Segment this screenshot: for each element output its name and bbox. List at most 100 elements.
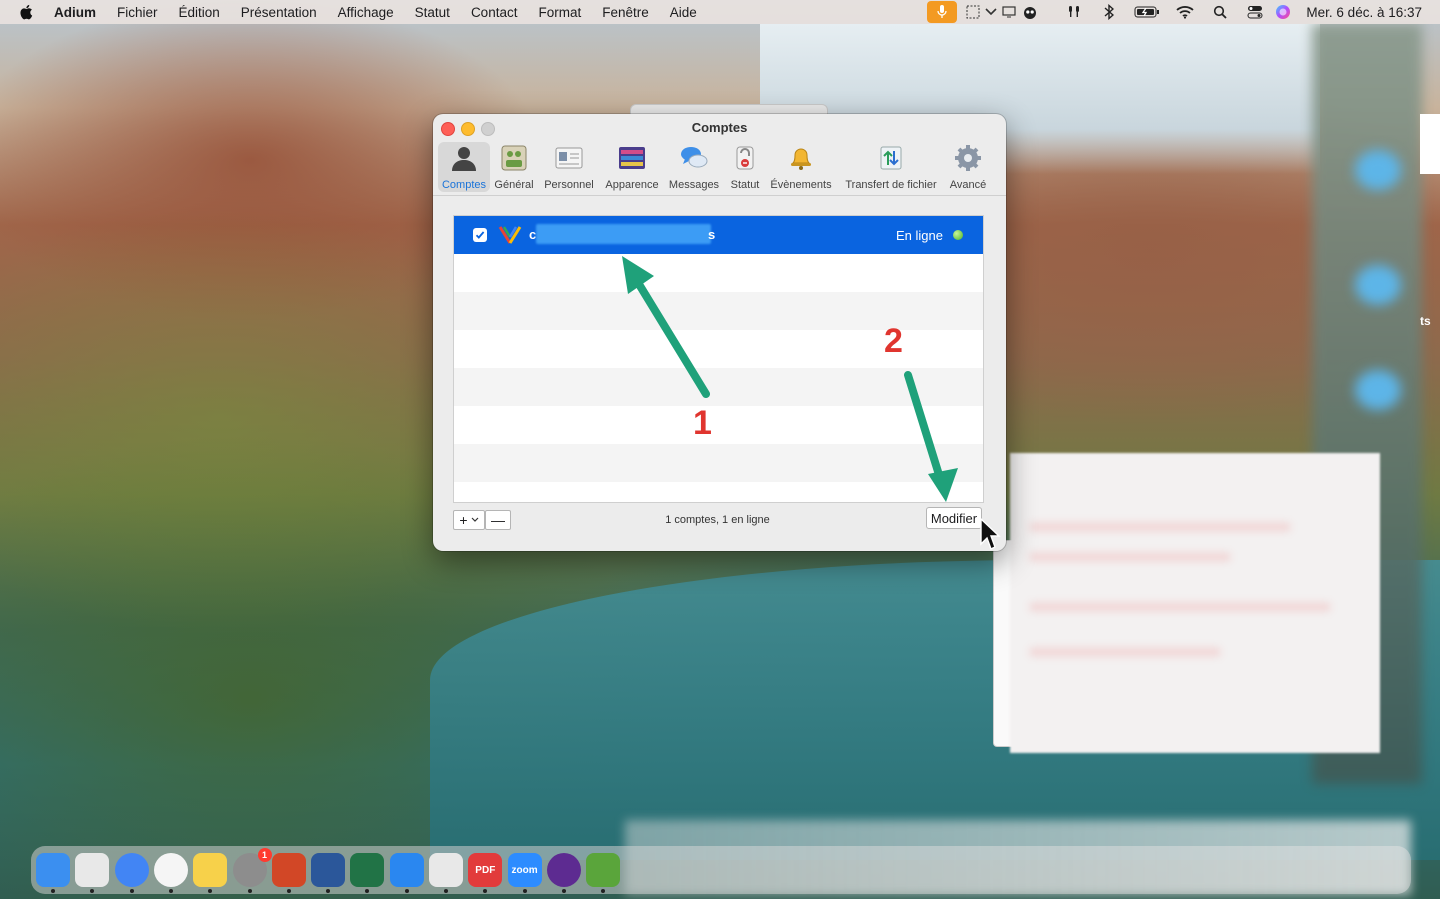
tab-general-label: Général — [494, 179, 534, 191]
tab-personnel[interactable]: Personnel — [541, 142, 597, 191]
window-title: Comptes — [691, 120, 748, 135]
tab-statut-label: Statut — [730, 179, 760, 191]
chevron-down-icon[interactable] — [983, 1, 999, 23]
wifi-icon[interactable] — [1174, 1, 1196, 23]
account-name-end: s — [708, 227, 716, 242]
running-indicator — [51, 889, 55, 893]
siri-icon[interactable] — [1272, 1, 1294, 23]
notification-badge: 1 — [257, 848, 272, 862]
account-status-text: En ligne — [896, 228, 943, 243]
status-lock-icon — [730, 143, 760, 173]
window-titlebar[interactable]: Comptes — [433, 114, 1006, 142]
apple-menu-icon[interactable] — [18, 3, 36, 21]
running-indicator — [247, 889, 252, 893]
notes-icon[interactable] — [193, 853, 228, 887]
menu-aide[interactable]: Aide — [670, 5, 697, 20]
firefox-icon[interactable] — [546, 853, 581, 887]
accounts-icon — [449, 143, 479, 173]
battery-icon[interactable] — [1133, 1, 1161, 23]
empty-row — [454, 330, 983, 368]
tab-comptes-label: Comptes — [441, 179, 487, 191]
status-menu-area: Mer. 6 déc. à 16:37 — [927, 0, 1440, 24]
airpods-icon[interactable] — [1063, 1, 1085, 23]
blurred-item — [1355, 370, 1401, 410]
screen-capture-icon[interactable] — [965, 1, 981, 23]
zoom-icon[interactable]: zoom — [507, 853, 542, 887]
personal-card-icon — [554, 143, 584, 173]
tab-messages[interactable]: Messages — [666, 142, 722, 191]
online-status-icon — [953, 230, 963, 240]
control-center-icon[interactable] — [1244, 1, 1266, 23]
tab-comptes[interactable]: Comptes — [438, 142, 490, 192]
blurred-item — [1355, 265, 1401, 305]
blurred-window — [1010, 453, 1380, 753]
account-row[interactable]: c s En ligne — [454, 216, 983, 254]
blurred-item — [1355, 150, 1401, 190]
menu-fichier[interactable]: Fichier — [117, 5, 158, 20]
tab-transfert-fichier[interactable]: Transfert de fichier — [840, 142, 942, 191]
pdf-expert-icon-label: PDF — [475, 864, 496, 876]
offscreen-window-edge — [1420, 114, 1440, 174]
menu-app-name[interactable]: Adium — [54, 5, 96, 20]
menu-statut[interactable]: Statut — [415, 5, 450, 20]
tab-statut[interactable]: Statut — [727, 142, 763, 191]
launchpad-icon[interactable] — [75, 853, 110, 887]
microphone-icon[interactable] — [927, 1, 958, 23]
empty-row — [454, 254, 983, 292]
tab-transfert-label: Transfert de fichier — [845, 179, 937, 191]
appearance-icon — [617, 143, 647, 173]
running-indicator — [404, 889, 409, 893]
empty-row — [454, 406, 983, 444]
menu-edition[interactable]: Édition — [179, 5, 220, 20]
menubar-clock[interactable]: Mer. 6 déc. à 16:37 — [1306, 5, 1422, 20]
photos-icon[interactable] — [153, 853, 188, 887]
finder-icon[interactable] — [36, 853, 70, 887]
menu-format[interactable]: Format — [538, 5, 581, 20]
running-indicator — [286, 889, 291, 893]
tab-general[interactable]: Général — [493, 142, 535, 191]
search-icon[interactable] — [1209, 1, 1231, 23]
menu-fenetre[interactable]: Fenêtre — [602, 5, 649, 20]
bluetooth-icon[interactable] — [1098, 1, 1120, 23]
word-icon[interactable] — [311, 853, 346, 887]
file-transfer-icon — [876, 143, 906, 173]
powerpoint-icon[interactable] — [271, 853, 306, 887]
menu-presentation[interactable]: Présentation — [241, 5, 317, 20]
bluetooth-app-icon[interactable] — [389, 853, 424, 887]
messages-icon — [679, 143, 709, 173]
accounts-preferences-window: Comptes Comptes Général Personnel Appare… — [433, 114, 1006, 551]
tab-apparence-label: Apparence — [605, 179, 659, 191]
owl-icon[interactable] — [1019, 1, 1041, 23]
tab-avance[interactable]: Avancé — [946, 142, 990, 191]
tab-avance-label: Avancé — [949, 179, 987, 191]
tab-apparence[interactable]: Apparence — [602, 142, 662, 191]
gear-icon — [953, 143, 983, 173]
pdf-expert-icon[interactable]: PDF — [468, 853, 503, 887]
menu-contact[interactable]: Contact — [471, 5, 518, 20]
excel-icon[interactable] — [350, 853, 385, 887]
running-indicator — [168, 889, 173, 893]
menu-affichage[interactable]: Affichage — [338, 5, 394, 20]
system-settings-icon[interactable]: 1 — [232, 848, 272, 887]
chrome-icon[interactable] — [114, 853, 149, 887]
modify-account-button[interactable]: Modifier — [926, 507, 982, 529]
running-indicator — [522, 889, 527, 893]
empty-row — [454, 368, 983, 406]
tab-personnel-label: Personnel — [544, 179, 594, 191]
running-indicator — [561, 889, 566, 893]
step-number-2: 2 — [884, 322, 903, 360]
running-indicator — [444, 889, 448, 893]
account-enabled-checkbox[interactable] — [473, 228, 487, 242]
adium-duck-icon[interactable] — [586, 853, 621, 887]
step-number-1: 1 — [693, 404, 712, 442]
toolbar-separator — [433, 195, 1006, 196]
accessibility-app-icon[interactable] — [429, 853, 463, 887]
tab-evenements-label: Évènements — [770, 179, 832, 191]
accounts-list[interactable]: c s En ligne — [453, 215, 984, 503]
display-icon[interactable] — [1001, 1, 1017, 23]
google-talk-icon — [498, 225, 522, 245]
blurred-dock-area — [625, 820, 1411, 895]
tab-evenements[interactable]: Évènements — [768, 142, 834, 191]
preferences-toolbar: Comptes Général Personnel Apparence Mess… — [433, 142, 1006, 194]
side-text: ts — [1420, 314, 1431, 328]
